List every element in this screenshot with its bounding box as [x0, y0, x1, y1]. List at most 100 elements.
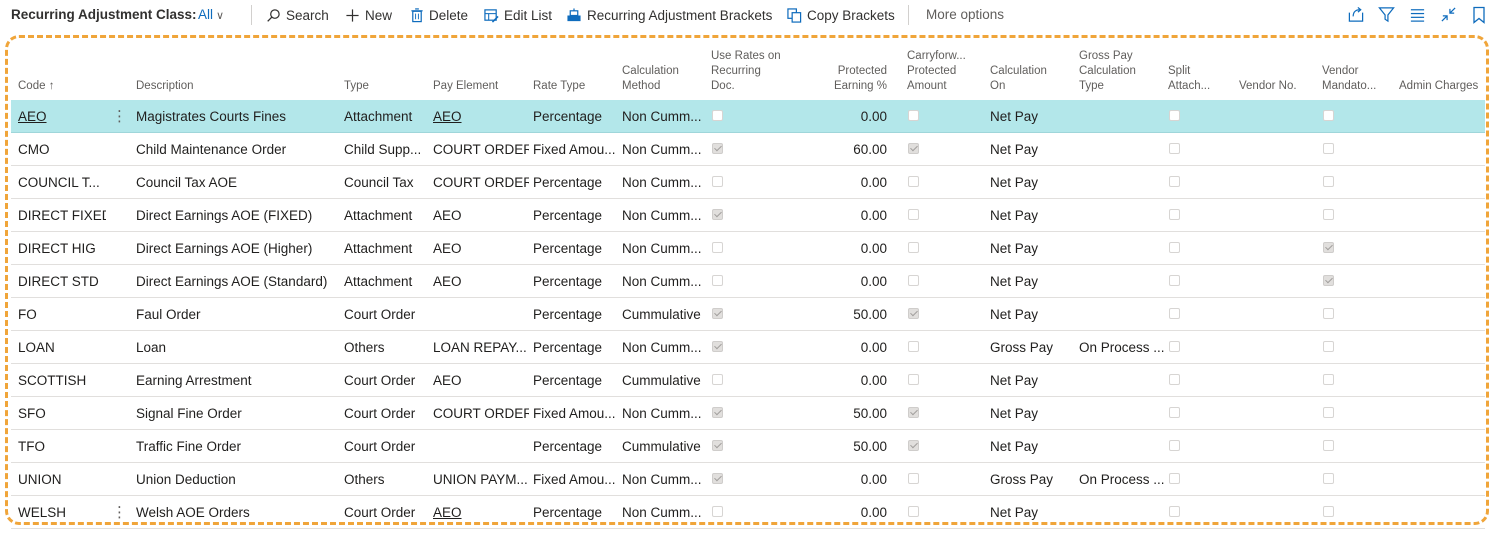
- bookmark-icon[interactable]: [1472, 6, 1486, 24]
- checkbox-carryforward[interactable]: [908, 407, 919, 418]
- checkbox-split-attach[interactable]: [1169, 176, 1180, 187]
- cell-code[interactable]: UNION: [18, 472, 106, 487]
- cell-code[interactable]: DIRECT STD: [18, 274, 106, 289]
- checkbox-carryforward[interactable]: [908, 143, 919, 154]
- column-header-code[interactable]: Code ↑: [18, 79, 54, 94]
- checkbox-split-attach[interactable]: [1169, 506, 1180, 517]
- checkbox-use-rates[interactable]: [712, 374, 723, 385]
- checkbox-vendor-mandatory[interactable]: [1323, 374, 1334, 385]
- edit-list-button[interactable]: Edit List: [484, 5, 552, 25]
- checkbox-split-attach[interactable]: [1169, 275, 1180, 286]
- cell-code[interactable]: DIRECT FIXED: [18, 208, 106, 223]
- table-row[interactable]: WELSH Welsh AOE Orders Court Order AEO Perce…: [11, 496, 1485, 529]
- cell-code[interactable]: SFO: [18, 406, 106, 421]
- table-row[interactable]: CMO Child Maintenance Order Child Supp... C…: [11, 133, 1485, 166]
- checkbox-use-rates[interactable]: [712, 242, 723, 253]
- column-header-vendor-mandatory[interactable]: Vendor Mandato...: [1322, 64, 1376, 94]
- column-header-calculation-method[interactable]: Calculation Method: [622, 64, 679, 94]
- checkbox-split-attach[interactable]: [1169, 209, 1180, 220]
- row-actions-icon[interactable]: ⋮: [112, 503, 127, 521]
- checkbox-vendor-mandatory[interactable]: [1323, 176, 1334, 187]
- checkbox-use-rates[interactable]: [712, 143, 723, 154]
- column-header-admin-charges[interactable]: Admin Charges: [1399, 79, 1478, 94]
- column-header-pay-element[interactable]: Pay Element: [433, 79, 498, 94]
- column-header-split-attach[interactable]: Split Attach...: [1168, 64, 1210, 94]
- collapse-icon[interactable]: [1440, 6, 1457, 23]
- checkbox-vendor-mandatory[interactable]: [1323, 143, 1334, 154]
- checkbox-carryforward[interactable]: [908, 473, 919, 484]
- checkbox-split-attach[interactable]: [1169, 242, 1180, 253]
- table-row[interactable]: LOAN Loan Others LOAN REPAY... Percentage Non…: [11, 331, 1485, 364]
- checkbox-split-attach[interactable]: [1169, 110, 1180, 121]
- checkbox-vendor-mandatory[interactable]: [1323, 209, 1334, 220]
- share-icon[interactable]: [1347, 6, 1365, 23]
- column-header-use-rates[interactable]: Use Rates on Recurring Doc.: [711, 49, 781, 94]
- checkbox-carryforward[interactable]: [908, 110, 919, 121]
- cell-code[interactable]: TFO: [18, 439, 106, 454]
- table-row[interactable]: DIRECT HIG Direct Earnings AOE (Higher) At…: [11, 232, 1485, 265]
- checkbox-vendor-mandatory[interactable]: [1323, 275, 1334, 286]
- checkbox-vendor-mandatory[interactable]: [1323, 242, 1334, 253]
- list-view-icon[interactable]: [1409, 6, 1426, 23]
- checkbox-split-attach[interactable]: [1169, 308, 1180, 319]
- cell-code[interactable]: WELSH: [18, 505, 106, 520]
- table-row[interactable]: DIRECT STD Direct Earnings AOE (Standard)…: [11, 265, 1485, 298]
- checkbox-vendor-mandatory[interactable]: [1323, 506, 1334, 517]
- checkbox-use-rates[interactable]: [712, 341, 723, 352]
- column-header-gross-pay-calc-type[interactable]: Gross Pay Calculation Type: [1079, 49, 1136, 94]
- checkbox-use-rates[interactable]: [712, 110, 723, 121]
- checkbox-split-attach[interactable]: [1169, 407, 1180, 418]
- checkbox-vendor-mandatory[interactable]: [1323, 308, 1334, 319]
- table-row[interactable]: UNION Union Deduction Others UNION PAYM... F…: [11, 463, 1485, 496]
- checkbox-carryforward[interactable]: [908, 275, 919, 286]
- column-header-carryforward[interactable]: Carryforw... Protected Amount: [907, 49, 966, 94]
- checkbox-vendor-mandatory[interactable]: [1323, 407, 1334, 418]
- table-row[interactable]: SFO Signal Fine Order Court Order COURT ORD…: [11, 397, 1485, 430]
- checkbox-use-rates[interactable]: [712, 308, 723, 319]
- table-row[interactable]: AEO Magistrates Courts Fines Attachment AEO…: [11, 100, 1485, 133]
- checkbox-carryforward[interactable]: [908, 308, 919, 319]
- checkbox-split-attach[interactable]: [1169, 440, 1180, 451]
- cell-code[interactable]: AEO: [18, 109, 106, 124]
- view-selector[interactable]: All ∨: [198, 7, 224, 22]
- column-header-type[interactable]: Type: [344, 79, 369, 94]
- checkbox-carryforward[interactable]: [908, 209, 919, 220]
- cell-code[interactable]: SCOTTISH: [18, 373, 106, 388]
- table-row[interactable]: FO Faul Order Court Order Percentage Cummula…: [11, 298, 1485, 331]
- checkbox-carryforward[interactable]: [908, 242, 919, 253]
- checkbox-use-rates[interactable]: [712, 440, 723, 451]
- search-button[interactable]: Search: [266, 5, 329, 25]
- checkbox-use-rates[interactable]: [712, 275, 723, 286]
- column-header-description[interactable]: Description: [136, 79, 194, 94]
- checkbox-use-rates[interactable]: [712, 407, 723, 418]
- column-header-rate-type[interactable]: Rate Type: [533, 79, 585, 94]
- more-options-button[interactable]: More options: [926, 7, 1004, 22]
- cell-code[interactable]: DIRECT HIG: [18, 241, 106, 256]
- checkbox-use-rates[interactable]: [712, 506, 723, 517]
- table-row[interactable]: COUNCIL T... Council Tax AOE Council Tax CO…: [11, 166, 1485, 199]
- checkbox-carryforward[interactable]: [908, 506, 919, 517]
- checkbox-vendor-mandatory[interactable]: [1323, 440, 1334, 451]
- cell-code[interactable]: LOAN: [18, 340, 106, 355]
- new-button[interactable]: New: [345, 5, 392, 25]
- checkbox-use-rates[interactable]: [712, 473, 723, 484]
- copy-brackets-button[interactable]: Copy Brackets: [787, 5, 895, 25]
- checkbox-carryforward[interactable]: [908, 440, 919, 451]
- checkbox-carryforward[interactable]: [908, 176, 919, 187]
- column-header-calculation-on[interactable]: Calculation On: [990, 64, 1047, 94]
- checkbox-split-attach[interactable]: [1169, 143, 1180, 154]
- cell-pay-element[interactable]: AEO: [433, 109, 529, 124]
- checkbox-use-rates[interactable]: [712, 209, 723, 220]
- delete-button[interactable]: Delete: [410, 5, 468, 25]
- checkbox-split-attach[interactable]: [1169, 473, 1180, 484]
- table-row[interactable]: DIRECT FIXED Direct Earnings AOE (FIXED) A…: [11, 199, 1485, 232]
- table-row[interactable]: TFO Traffic Fine Order Court Order Percenta…: [11, 430, 1485, 463]
- checkbox-use-rates[interactable]: [712, 176, 723, 187]
- recurring-adjustment-brackets-button[interactable]: Recurring Adjustment Brackets: [566, 5, 772, 25]
- column-header-vendor-no[interactable]: Vendor No.: [1239, 79, 1297, 94]
- table-row[interactable]: SCOTTISH Earning Arrestment Court Order AEO…: [11, 364, 1485, 397]
- cell-pay-element[interactable]: AEO: [433, 505, 529, 520]
- column-header-protected-earning[interactable]: Protected Earning %: [801, 64, 887, 94]
- checkbox-split-attach[interactable]: [1169, 374, 1180, 385]
- row-actions-icon[interactable]: ⋮: [112, 107, 127, 125]
